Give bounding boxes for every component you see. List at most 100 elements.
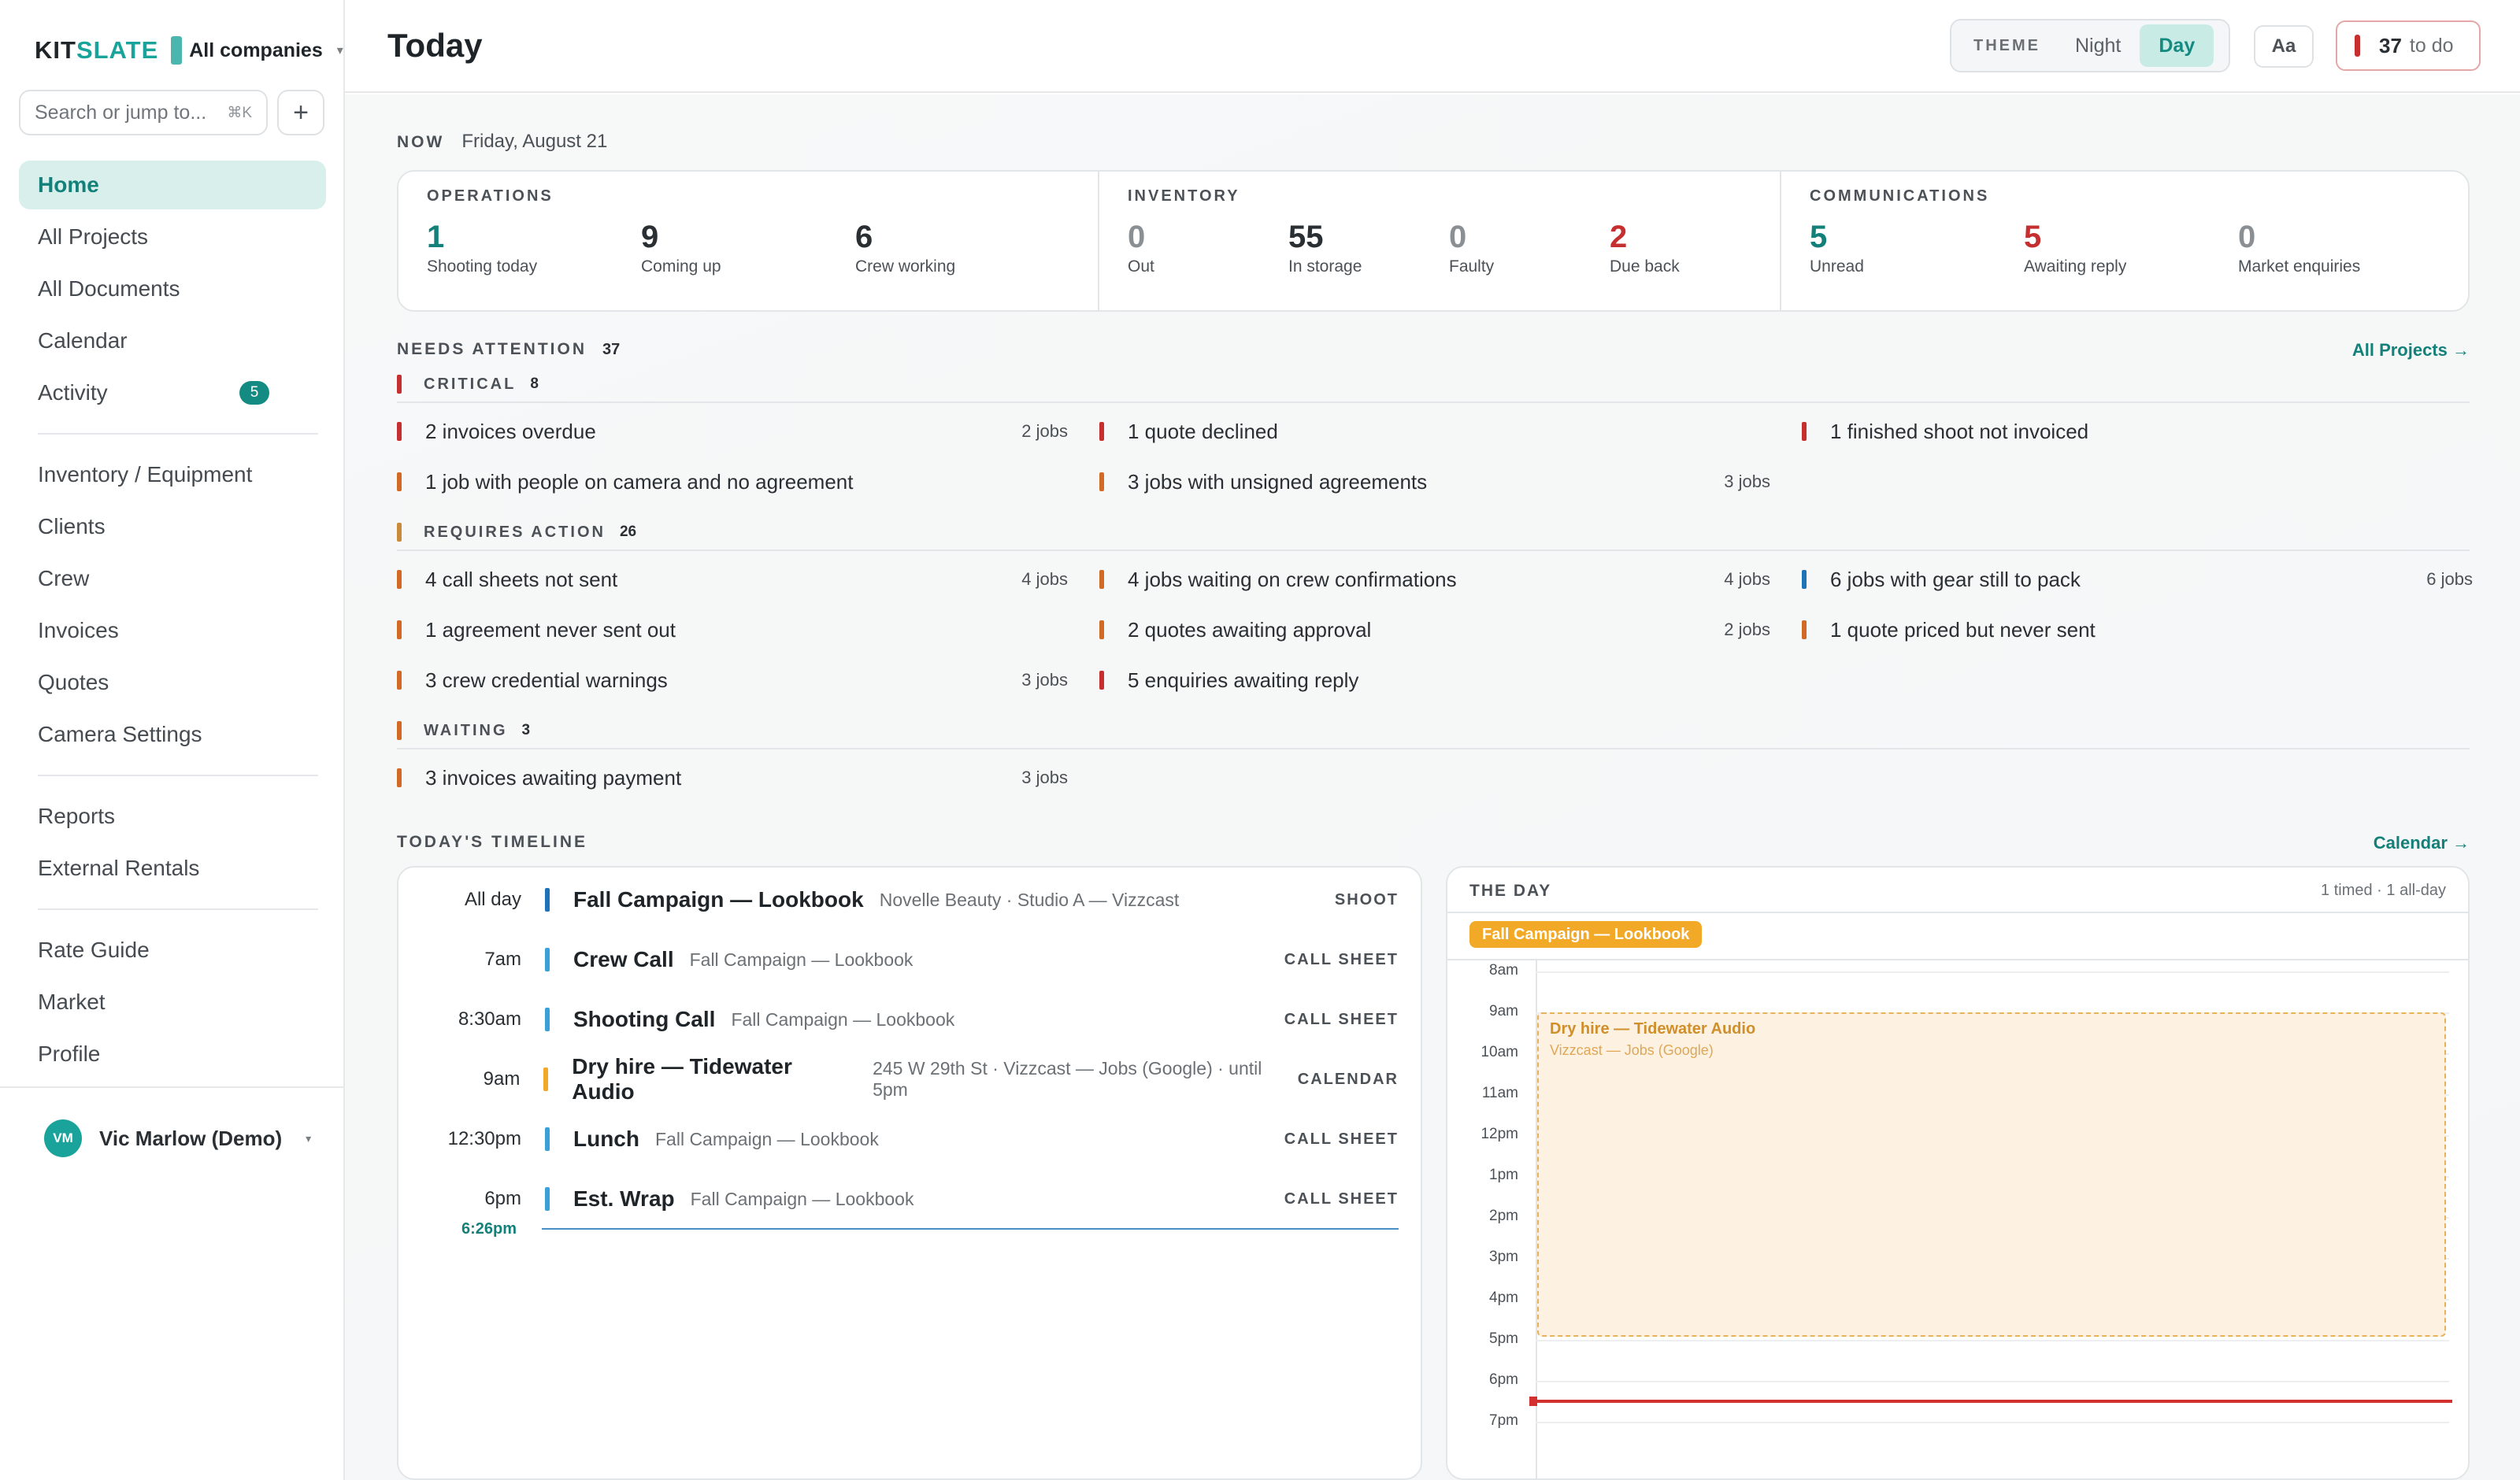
stat-faulty[interactable]: 0 Faulty [1449, 220, 1610, 276]
task-item[interactable]: 4 jobs waiting on crew confirmations 4 jo… [1099, 564, 1770, 595]
theme-day-button[interactable]: Day [2140, 24, 2214, 67]
todo-button[interactable]: 37 to do [2336, 20, 2481, 71]
status-marker-icon [1099, 671, 1104, 690]
task-item[interactable]: 3 crew credential warnings 3 jobs [397, 664, 1068, 696]
category-requires-action: REQUIRES ACTION 26 [397, 523, 2470, 542]
task-item[interactable]: 3 invoices awaiting payment 3 jobs [397, 762, 1068, 794]
status-marker-icon [1099, 422, 1104, 441]
calendar-link[interactable]: Calendar → [2374, 833, 2470, 853]
sidebar-item-crew[interactable]: Crew [19, 554, 326, 603]
status-marker-icon [397, 671, 402, 690]
todo-count: 37 [2379, 33, 2402, 57]
sidebar-item-reports[interactable]: Reports [19, 792, 326, 841]
timeline-row[interactable]: 8:30am Shooting Call Fall Campaign — Lookb… [398, 1000, 1424, 1039]
todo-label: to do [2409, 34, 2454, 57]
task-item[interactable]: 1 quote declined [1099, 416, 1770, 447]
status-marker-icon [397, 768, 402, 787]
event-marker-icon [545, 948, 550, 971]
sidebar: KITSLATE All companies ▾ Search or jump … [0, 0, 345, 1480]
stat-due-back[interactable]: 2 Due back [1610, 220, 1751, 276]
divider [1447, 912, 2468, 913]
stat-coming-up[interactable]: 9 Coming up [641, 220, 855, 276]
status-marker-icon [1099, 570, 1104, 589]
critical-marker-icon [397, 375, 402, 394]
requires-marker-icon [397, 523, 402, 542]
hour-row: 8am [1447, 962, 2468, 979]
stat-crew-working[interactable]: 6 Crew working [855, 220, 1069, 276]
company-switcher[interactable]: KITSLATE All companies ▾ [35, 36, 343, 65]
timed-event-block[interactable]: Dry hire — Tidewater Audio Vizzcast — Jo… [1537, 1012, 2446, 1337]
sidebar-item-camera-settings[interactable]: Camera Settings [19, 710, 326, 759]
font-size-button[interactable]: Aa [2254, 25, 2314, 68]
sidebar-item-all-documents[interactable]: All Documents [19, 265, 326, 313]
stat-group-title: INVENTORY [1128, 187, 1240, 205]
timeline-row[interactable]: 9am Dry hire — Tidewater Audio 245 W 29th … [398, 1054, 1424, 1104]
timeline-row[interactable]: 12:30pm Lunch Fall Campaign — Lookbook CALL… [398, 1119, 1424, 1159]
all-day-event-chip[interactable]: Fall Campaign — Lookbook [1469, 921, 1703, 948]
brand-logo: KITSLATE [35, 36, 159, 64]
event-subtitle: Vizzcast — Jobs (Google) [1550, 1042, 1714, 1058]
task-item[interactable]: 2 quotes awaiting approval 2 jobs [1099, 614, 1770, 646]
task-item[interactable]: 6 jobs with gear still to pack 6 jobs [1802, 564, 2473, 595]
event-marker-icon [545, 888, 550, 912]
task-item[interactable]: 1 finished shoot not invoiced [1802, 416, 2473, 447]
current-time-label: 6:26pm [461, 1220, 517, 1238]
task-item[interactable]: 2 invoices overdue 2 jobs [397, 416, 1068, 447]
stat-out[interactable]: 0 Out [1128, 220, 1288, 276]
stat-shooting-today[interactable]: 1 Shooting today [427, 220, 641, 276]
stat-in-storage[interactable]: 55 In storage [1288, 220, 1449, 276]
status-marker-icon [397, 620, 402, 639]
event-marker-icon [545, 1127, 550, 1151]
chevron-down-icon: ▾ [306, 1131, 312, 1145]
timeline-row[interactable]: All day Fall Campaign — Lookbook Novelle B… [398, 880, 1424, 919]
divider [397, 401, 2470, 403]
sidebar-item-home[interactable]: Home [19, 161, 326, 209]
sidebar-item-profile[interactable]: Profile [19, 1030, 326, 1079]
task-item[interactable]: 1 quote priced but never sent [1802, 614, 2473, 646]
category-title: REQUIRES ACTION [424, 523, 606, 541]
task-item[interactable]: 5 enquiries awaiting reply [1099, 664, 1770, 696]
category-title: CRITICAL [424, 375, 517, 393]
stat-awaiting-reply[interactable]: 5 Awaiting reply [2024, 220, 2238, 276]
stats-operations: OPERATIONS 1 Shooting today 9 Coming up 6C… [398, 172, 1098, 310]
divider [397, 748, 2470, 749]
sidebar-item-quotes[interactable]: Quotes [19, 658, 326, 707]
task-item[interactable]: 1 agreement never sent out [397, 614, 1068, 646]
search-input[interactable]: Search or jump to... ⌘K [19, 90, 268, 135]
sidebar-item-calendar[interactable]: Calendar [19, 316, 326, 365]
task-item[interactable]: 1 job with people on camera and no agree… [397, 466, 1068, 498]
sidebar-item-rate-guide[interactable]: Rate Guide [19, 926, 326, 975]
sidebar-item-external-rentals[interactable]: External Rentals [19, 844, 326, 893]
sidebar-item-all-projects[interactable]: All Projects [19, 213, 326, 261]
day-meta: 1 timed · 1 all-day [2321, 882, 2446, 899]
waiting-marker-icon [397, 721, 402, 740]
sidebar-item-inventory[interactable]: Inventory / Equipment [19, 450, 326, 499]
stat-market-enquiries[interactable]: 0 Market enquiries [2238, 220, 2452, 276]
main-content: NOW Friday, August 21 OPERATIONS 1 Shooti… [345, 94, 2520, 1480]
sidebar-item-invoices[interactable]: Invoices [19, 606, 326, 655]
category-title: WAITING [424, 721, 508, 739]
timeline-row[interactable]: 7am Crew Call Fall Campaign — Lookbook CALL… [398, 940, 1424, 979]
status-marker-icon [1802, 422, 1807, 441]
hour-row: 7pm [1447, 1412, 2468, 1429]
sidebar-item-activity[interactable]: Activity 5 [19, 368, 326, 417]
user-divider [0, 1086, 345, 1088]
sidebar-item-clients[interactable]: Clients [19, 502, 326, 551]
theme-label: THEME [1973, 36, 2040, 54]
task-item[interactable]: 3 jobs with unsigned agreements 3 jobs [1099, 466, 1770, 498]
category-waiting: WAITING 3 [397, 721, 2470, 740]
status-marker-icon [1099, 620, 1104, 639]
sidebar-item-market[interactable]: Market [19, 978, 326, 1027]
theme-toggle: THEME Night Day [1950, 19, 2230, 72]
stats-panel: OPERATIONS 1 Shooting today 9 Coming up 6C… [397, 170, 2470, 312]
all-projects-link[interactable]: All Projects → [2352, 340, 2470, 361]
brand-mark-icon [171, 36, 183, 65]
theme-night-button[interactable]: Night [2056, 24, 2140, 67]
timeline-row[interactable]: 6pm Est. Wrap Fall Campaign — Lookbook CALL… [398, 1179, 1424, 1219]
stat-unread[interactable]: 5 Unread [1810, 220, 2024, 276]
user-menu[interactable]: VM Vic Marlow (Demo) ▾ [44, 1119, 311, 1157]
stat-group-title: COMMUNICATIONS [1810, 187, 1990, 205]
stats-communications: COMMUNICATIONS 5 Unread 5 Awaiting reply 0… [1780, 172, 2481, 310]
add-button[interactable]: + [277, 90, 324, 135]
task-item[interactable]: 4 call sheets not sent 4 jobs [397, 564, 1068, 595]
